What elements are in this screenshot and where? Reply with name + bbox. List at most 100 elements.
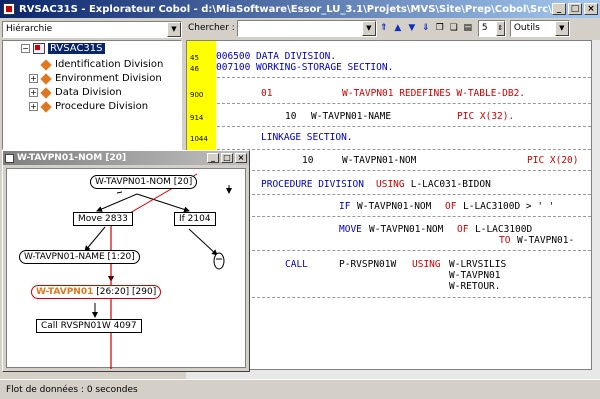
line-number: 914 (190, 114, 204, 122)
level-spinner[interactable]: 5 ⇕ (477, 19, 506, 37)
chevron-down-icon[interactable]: ▼ (167, 22, 181, 37)
maximize-button[interactable]: □ (221, 153, 233, 163)
field-name: W-TAVPN01-NAME (311, 111, 392, 122)
tree-item-procedure[interactable]: + Procedure Division (29, 100, 148, 113)
code-line: W-TAVPN01 REDEFINES W-TABLE-DB2. (342, 88, 526, 99)
code-line: PROCEDURE DIVISION (261, 179, 370, 190)
find-up-icon[interactable]: ▲ (392, 22, 404, 34)
tree-item-data[interactable]: + Data Division (29, 86, 122, 99)
field-name: W-TAVPN01-NOM (357, 201, 432, 212)
keyword: OF (457, 224, 469, 235)
highlighted-name: W-TAVPN01 (36, 287, 94, 297)
window-title: RVSAC31S - Explorateur Cobol - d:\MiaSof… (19, 3, 552, 15)
spin-icon[interactable]: ⇕ (495, 20, 505, 36)
graph-title: W-TAVPN01-NOM [20] (17, 153, 127, 163)
tree-item-label: Identification Division (55, 59, 164, 70)
keyword: CALL (285, 259, 308, 270)
maximize-button[interactable]: □ (568, 3, 582, 15)
document-icon[interactable]: ▤ (462, 22, 474, 34)
paste-icon[interactable]: ❏ (448, 22, 460, 34)
tree-item-identification[interactable]: Identification Division (29, 58, 163, 71)
tree-item-environment[interactable]: + Environment Division (29, 72, 162, 85)
tree-item-label: Environment Division (55, 73, 162, 84)
app-icon (3, 3, 15, 15)
expand-icon[interactable]: + (29, 102, 38, 111)
pic-clause: PIC X(20) (527, 155, 579, 166)
tree-root-label: RVSAC31S (48, 43, 105, 54)
chevron-down-icon[interactable]: ▼ (361, 20, 376, 36)
graph-node-move[interactable]: Move 2833 (73, 212, 133, 226)
section-icon (40, 100, 52, 113)
code-line: 007100 WORKING-STORAGE SECTION. (216, 62, 394, 73)
code-line: L-LAC031-BIDON (405, 179, 491, 190)
level-value: 5 (481, 22, 488, 33)
program-icon (33, 43, 45, 54)
line-number: 46 (190, 65, 199, 73)
tree-item-label: Procedure Division (55, 101, 149, 112)
tools-select[interactable]: Outils ▼ (509, 19, 570, 37)
graph-node-root[interactable]: W-TAVPN01-NOM [20] (90, 175, 198, 189)
find-down-icon[interactable]: ▼ (406, 22, 418, 34)
graph-node-name[interactable]: W-TAVPN01-NAME [1:20] (19, 250, 140, 264)
status-text: Flot de données : 0 secondes (6, 385, 138, 395)
find-prev-icon[interactable]: ⇑ (378, 22, 390, 34)
search-label: Chercher : (188, 23, 235, 33)
code-line: LINKAGE SECTION. (261, 132, 353, 143)
tree-item-label: Data Division (55, 87, 122, 98)
code-line: L-LAC3100D > ' ' (463, 201, 555, 212)
call-arg: W-RETOUR. (449, 281, 501, 292)
program-name: P-RVSPN01W (339, 259, 397, 270)
toolbar: Chercher : ▼ ⇑ ▲ ▼ ⇓ ❐ ❏ ▤ 5 ⇕ Outils ▼ (186, 18, 600, 38)
vertical-scrollbar[interactable] (592, 40, 600, 370)
collapse-icon[interactable]: − (21, 44, 30, 53)
minimize-button[interactable]: _ (552, 3, 566, 15)
tools-select-value: Outils (513, 22, 540, 33)
field-name: W-TAVPN01-NOM (342, 155, 417, 166)
graph-title-bar: W-TAVPN01-NOM [20] _ □ × (3, 151, 249, 165)
keyword: MOVE (339, 224, 362, 235)
graph-node-if[interactable]: If 2104 (174, 212, 216, 226)
line-number: 1044 (190, 135, 208, 143)
call-arg: W-LRVSILIS (449, 259, 507, 270)
keyword: OF (445, 201, 457, 212)
graph-canvas[interactable]: W-TAVPN01-NOM [20] Move 2833 If 2104 W-T… (6, 168, 246, 369)
window-icon (5, 153, 14, 163)
status-bar: Flot de données : 0 secondes (0, 379, 600, 399)
keyword: IF (339, 201, 351, 212)
field-name: W-TAVPN01-NOM (369, 224, 444, 235)
keyword: TO (499, 235, 511, 246)
data-flow-window[interactable]: W-TAVPN01-NOM [20] _ □ × W-TAVPN01-NOM [… (2, 150, 250, 372)
graph-node-call[interactable]: Call RVSPN01W 4097 (36, 319, 142, 333)
copy-icon[interactable]: ❐ (434, 22, 446, 34)
expand-icon[interactable]: + (29, 74, 38, 83)
code-line: 006500 DATA DIVISION. (216, 51, 337, 62)
level-number: 10 (302, 155, 314, 166)
close-button[interactable]: × (235, 153, 247, 163)
title-bar: RVSAC31S - Explorateur Cobol - d:\MiaSof… (0, 0, 600, 18)
keyword: USING (412, 259, 441, 270)
minimize-button[interactable]: _ (207, 153, 219, 163)
view-select[interactable]: Hiérarchie ▼ (2, 21, 182, 38)
section-icon (40, 72, 52, 85)
section-icon (40, 86, 52, 99)
level-number: 01 (261, 88, 273, 99)
code-line: L-LAC3100D (475, 224, 533, 235)
hierarchy-tree: − RVSAC31S Identification Division + Env… (2, 40, 182, 150)
chevron-down-icon[interactable]: ▼ (554, 20, 569, 36)
find-next-icon[interactable]: ⇓ (420, 22, 432, 34)
close-button[interactable]: × (584, 3, 598, 15)
tree-root[interactable]: − RVSAC31S (21, 43, 105, 54)
line-number: 45 (190, 54, 199, 62)
node-detail: [26:20] [290] (93, 287, 157, 297)
section-icon (40, 58, 52, 71)
hierarchy-panel: Hiérarchie ▼ − RVSAC31S Identification D… (0, 18, 184, 150)
call-arg: W-TAVPN01 (449, 270, 501, 281)
expand-icon[interactable]: + (29, 88, 38, 97)
keyword: USING (376, 179, 405, 190)
level-number: 10 (285, 111, 297, 122)
view-select-value: Hiérarchie (6, 24, 53, 34)
pic-clause: PIC X(32). (457, 111, 515, 122)
search-input[interactable]: ▼ (236, 19, 377, 37)
graph-node-tavpn01[interactable]: W-TAVPN01 [26:20] [290] (31, 285, 162, 299)
code-line: W-TAVPN01- (517, 235, 575, 246)
